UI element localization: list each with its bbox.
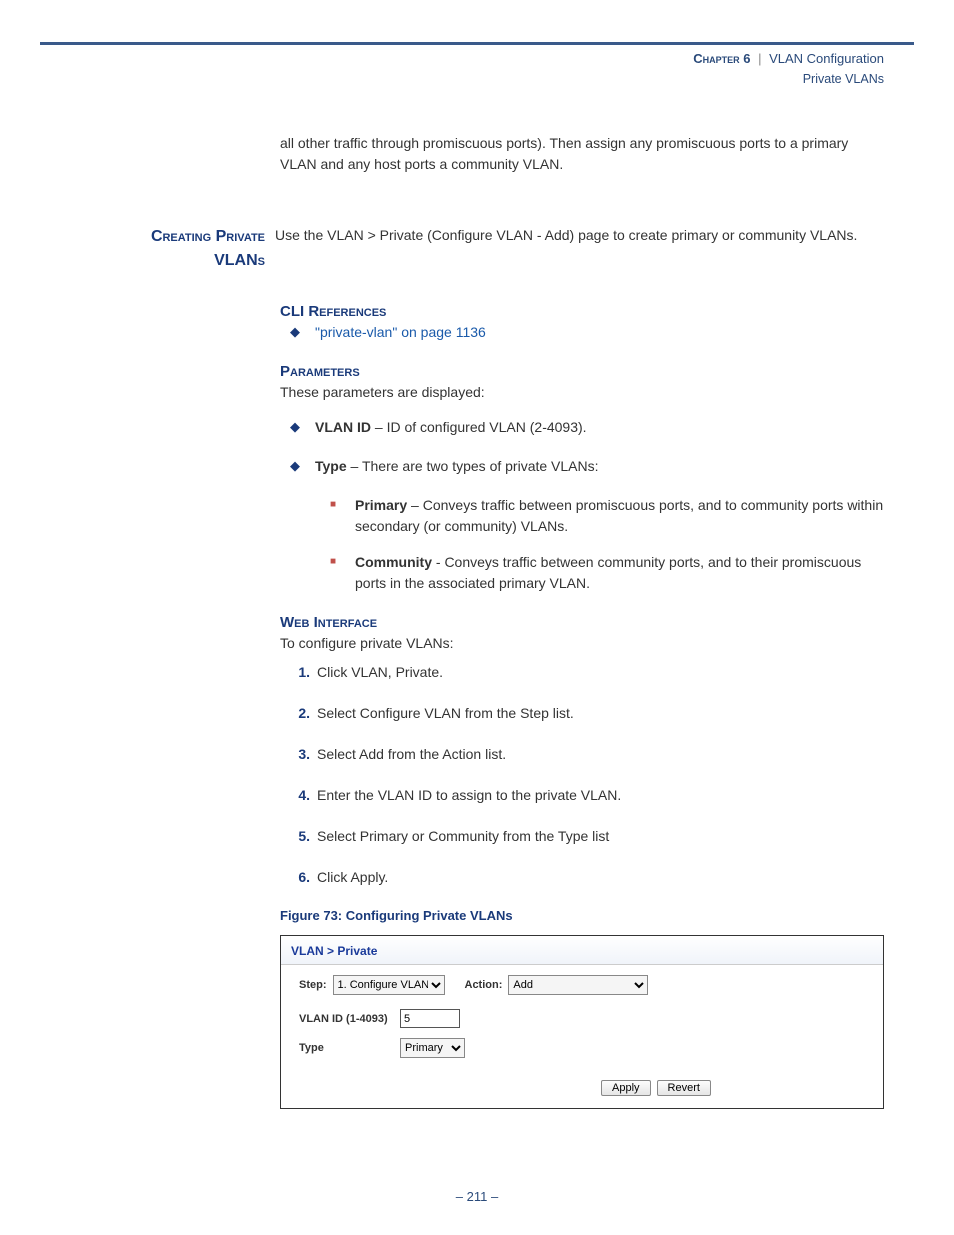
action-select[interactable]: Add xyxy=(508,975,648,995)
cli-ref-item: "private-vlan" on page 1136 xyxy=(290,322,884,343)
page-header: Chapter 6 | VLAN Configuration Private V… xyxy=(40,49,914,88)
vlan-id-label: VLAN ID (1-4093) xyxy=(299,1013,394,1025)
param-subitem-primary: Primary – Conveys traffic between promis… xyxy=(330,495,884,537)
step-4: 4.Enter the VLAN ID to assign to the pri… xyxy=(300,785,884,806)
section-intro: Use the VLAN > Private (Configure VLAN -… xyxy=(275,225,884,246)
type-select[interactable]: Primary xyxy=(400,1038,465,1058)
vlan-id-input[interactable] xyxy=(400,1009,460,1028)
parameters-heading: Parameters xyxy=(280,363,884,380)
parameters-intro: These parameters are displayed: xyxy=(280,382,884,403)
action-select-label: Action: xyxy=(465,979,503,991)
figure-screenshot: VLAN > Private Step: 1. Configure VLAN A… xyxy=(280,935,884,1109)
revert-button[interactable]: Revert xyxy=(657,1080,711,1096)
figure-caption: Figure 73: Configuring Private VLANs xyxy=(280,908,884,923)
step-6: 6.Click Apply. xyxy=(300,867,884,888)
step-select[interactable]: 1. Configure VLAN xyxy=(333,975,445,995)
step-1: 1.Click VLAN, Private. xyxy=(300,662,884,683)
intro-paragraph: all other traffic through promiscuous po… xyxy=(280,133,884,175)
web-interface-heading: Web Interface xyxy=(280,614,884,631)
screenshot-breadcrumb: VLAN > Private xyxy=(281,936,883,965)
type-select-label: Type xyxy=(299,1042,394,1054)
header-subtitle: Private VLANs xyxy=(803,72,884,86)
header-divider: | xyxy=(758,51,761,66)
header-rule xyxy=(40,42,914,45)
apply-button[interactable]: Apply xyxy=(601,1080,651,1096)
param-item-vlan-id: VLAN ID – ID of configured VLAN (2-4093)… xyxy=(290,417,884,438)
chapter-label: Chapter 6 xyxy=(693,51,750,66)
cli-ref-link[interactable]: "private-vlan" on page 1136 xyxy=(315,324,486,340)
page-number: – 211 – xyxy=(40,1189,914,1224)
cli-references-heading: CLI References xyxy=(280,303,884,320)
step-2: 2.Select Configure VLAN from the Step li… xyxy=(300,703,884,724)
step-select-label: Step: xyxy=(299,979,327,991)
param-subitem-community: Community - Conveys traffic between comm… xyxy=(330,552,884,594)
step-3: 3.Select Add from the Action list. xyxy=(300,744,884,765)
param-item-type: Type – There are two types of private VL… xyxy=(290,456,884,477)
section-side-heading: Creating Private VLANs xyxy=(115,225,275,273)
step-5: 5.Select Primary or Community from the T… xyxy=(300,826,884,847)
header-title: VLAN Configuration xyxy=(769,51,884,66)
web-interface-intro: To configure private VLANs: xyxy=(280,633,884,654)
